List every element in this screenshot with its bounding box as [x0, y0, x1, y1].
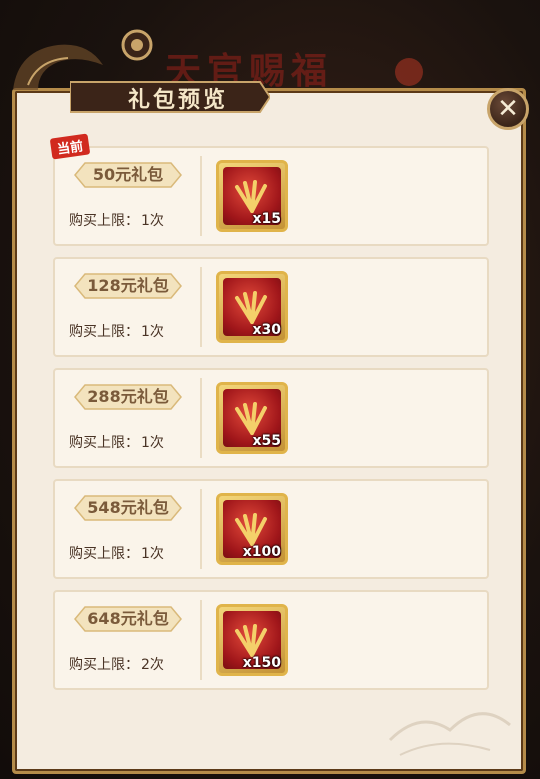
reward-item[interactable]: x15: [216, 160, 288, 232]
pack-name-tag: 648元礼包: [69, 604, 187, 634]
purchase-limit: 购买上限： 1次: [69, 210, 164, 230]
fan-card-icon: [235, 624, 267, 657]
pack-row: 288元礼包 购买上限： 1次 x55: [53, 368, 489, 468]
purchase-limit: 购买上限： 1次: [69, 432, 164, 452]
item-quantity: x150: [242, 655, 281, 671]
reward-item[interactable]: x100: [216, 493, 288, 565]
fan-card-icon: [235, 513, 267, 546]
pack-row: 548元礼包 购买上限： 1次 x100: [53, 479, 489, 579]
limit-value: 1次: [141, 213, 164, 229]
item-quantity: x30: [252, 322, 281, 338]
pack-name: 128元礼包: [87, 276, 169, 295]
pack-name-tag: 128元礼包: [69, 271, 187, 301]
reward-item[interactable]: x30: [216, 271, 288, 343]
purchase-limit: 购买上限： 1次: [69, 321, 164, 341]
limit-value: 2次: [141, 657, 164, 673]
pack-row: 50元礼包 当前 购买上限： 1次 x15: [49, 133, 489, 246]
fan-card-icon: [235, 402, 267, 435]
item-quantity: x100: [242, 544, 281, 560]
pack-name: 548元礼包: [87, 498, 169, 517]
pack-row: 648元礼包 购买上限： 2次 x150: [53, 590, 489, 690]
limit-value: 1次: [141, 435, 164, 451]
limit-value: 1次: [141, 546, 164, 562]
limit-label: 购买上限：: [69, 546, 139, 562]
pack-name-tag: 288元礼包: [69, 382, 187, 412]
pack-name: 648元礼包: [87, 609, 169, 628]
fan-card-icon: [235, 291, 267, 324]
limit-label: 购买上限：: [69, 324, 139, 340]
reward-item[interactable]: x55: [216, 382, 288, 454]
pack-name-tag: 548元礼包: [69, 493, 187, 523]
dialog-title: 礼包预览: [128, 87, 229, 113]
purchase-limit: 购买上限： 1次: [69, 543, 164, 563]
purchase-limit: 购买上限： 2次: [69, 654, 164, 674]
pack-name: 50元礼包: [92, 165, 164, 184]
limit-label: 购买上限：: [69, 213, 139, 229]
current-badge: 当前: [49, 133, 91, 160]
reward-item[interactable]: x150: [216, 604, 288, 676]
item-quantity: x55: [252, 433, 281, 449]
pack-name: 288元礼包: [87, 387, 169, 406]
close-button[interactable]: ✕: [487, 88, 529, 130]
limit-value: 1次: [141, 324, 164, 340]
pack-row: 128元礼包 购买上限： 1次 x30: [53, 257, 489, 357]
close-icon: ✕: [497, 94, 519, 124]
pack-name-tag: 50元礼包: [69, 160, 187, 190]
limit-label: 购买上限：: [69, 657, 139, 673]
ornament-icon: [121, 29, 153, 61]
item-quantity: x15: [252, 211, 281, 227]
fan-card-icon: [235, 180, 267, 213]
limit-label: 购买上限：: [69, 435, 139, 451]
search-icon: [395, 58, 423, 86]
